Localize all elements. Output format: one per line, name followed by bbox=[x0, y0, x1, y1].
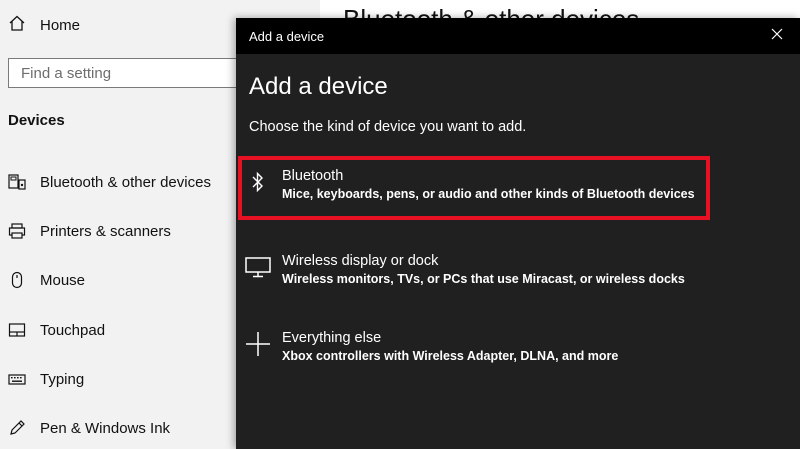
sidebar-item-label: Bluetooth & other devices bbox=[40, 173, 211, 191]
option-description: Wireless monitors, TVs, or PCs that use … bbox=[282, 272, 685, 286]
sidebar-item-label: Mouse bbox=[40, 271, 86, 289]
close-icon bbox=[771, 27, 783, 45]
bluetooth-devices-icon bbox=[8, 173, 26, 191]
wireless-display-option[interactable]: Wireless display or dock Wireless monito… bbox=[238, 241, 710, 305]
mouse-icon bbox=[8, 271, 26, 289]
plus-icon bbox=[244, 330, 272, 358]
dialog-window-title: Add a device bbox=[249, 29, 325, 44]
dialog-heading: Add a device bbox=[249, 73, 388, 100]
section-title: Devices bbox=[8, 112, 65, 129]
add-device-dialog: Add a device Add a device Choose the kin… bbox=[236, 18, 800, 449]
home-icon bbox=[8, 14, 26, 37]
sidebar-item-label: Pen & Windows Ink bbox=[40, 419, 171, 437]
touchpad-icon bbox=[8, 321, 26, 339]
option-title: Everything else bbox=[282, 330, 382, 346]
sidebar-item-label: Typing bbox=[40, 370, 85, 388]
option-title: Wireless display or dock bbox=[282, 253, 439, 269]
sidebar-item-label: Touchpad bbox=[40, 321, 106, 339]
keyboard-icon bbox=[8, 370, 26, 388]
pen-icon bbox=[8, 419, 26, 437]
everything-else-option[interactable]: Everything else Xbox controllers with Wi… bbox=[238, 318, 710, 382]
option-title: Bluetooth bbox=[282, 168, 344, 184]
option-description: Mice, keyboards, pens, or audio and othe… bbox=[282, 187, 695, 201]
bluetooth-icon bbox=[244, 168, 272, 196]
sidebar-item-label: Printers & scanners bbox=[40, 222, 171, 240]
close-button[interactable] bbox=[754, 18, 800, 54]
option-description: Xbox controllers with Wireless Adapter, … bbox=[282, 349, 619, 363]
bluetooth-option[interactable]: Bluetooth Mice, keyboards, pens, or audi… bbox=[238, 156, 710, 220]
home-nav-item[interactable]: Home bbox=[8, 12, 80, 38]
dialog-titlebar: Add a device bbox=[236, 18, 800, 54]
dialog-subtitle: Choose the kind of device you want to ad… bbox=[249, 119, 527, 135]
printer-icon bbox=[8, 222, 26, 240]
monitor-icon bbox=[244, 253, 272, 281]
home-label: Home bbox=[40, 16, 81, 34]
